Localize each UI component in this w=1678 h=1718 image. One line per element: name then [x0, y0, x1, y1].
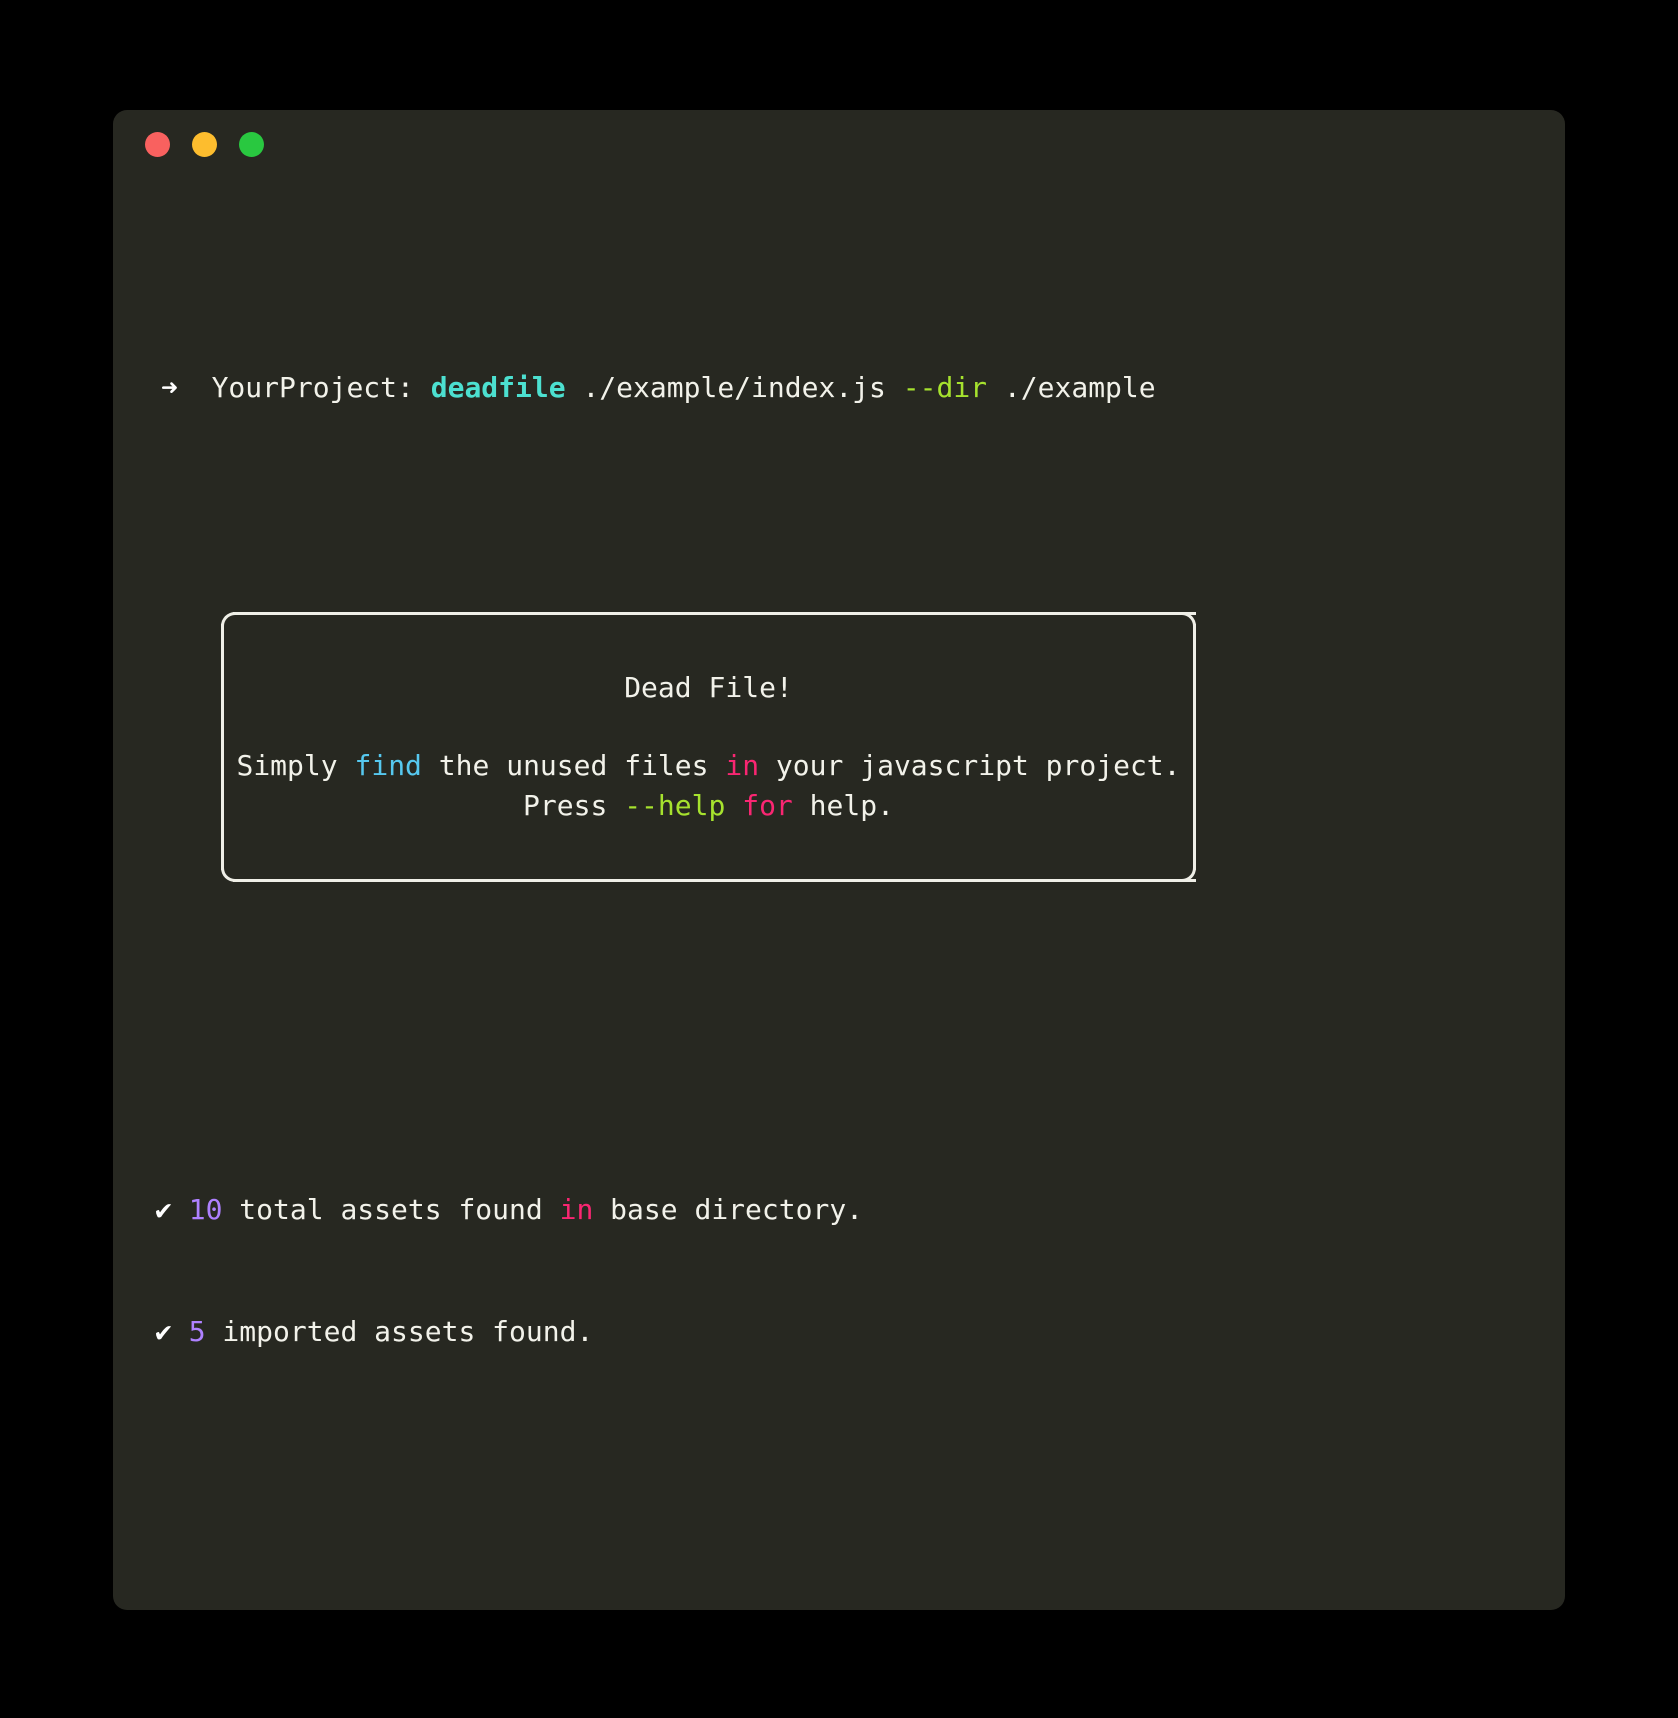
banner-l1-c: your javascript project. [759, 749, 1181, 782]
status-lines: ✔ 10 total assets found in base director… [155, 1108, 1535, 1434]
banner-line-2: Press --help for help. [523, 786, 894, 826]
close-button[interactable] [145, 132, 170, 157]
minimize-button[interactable] [192, 132, 217, 157]
check-icon: ✔ [155, 1315, 172, 1348]
status-total-text-b: base directory. [593, 1193, 864, 1226]
prompt-flag-value: ./example [1003, 371, 1156, 404]
prompt-arrow-icon: ➜ [161, 371, 178, 404]
status-line-total-assets: ✔ 10 total assets found in base director… [155, 1190, 1535, 1230]
banner-l2-c: help. [792, 789, 894, 822]
banner-for-keyword: for [742, 789, 793, 822]
command-line: ➜ YourProject: deadfile ./example/index.… [161, 366, 1535, 410]
prompt-command: deadfile [430, 371, 566, 404]
banner-find-keyword: find [354, 749, 422, 782]
status-total-text-a: total assets found [222, 1193, 560, 1226]
banner-content: Dead File! Simply find the unused files … [224, 615, 1193, 879]
banner-l1-b: the unused files [421, 749, 726, 782]
check-icon: ✔ [155, 1193, 172, 1226]
maximize-button[interactable] [239, 132, 264, 157]
banner-help-flag: --help [624, 789, 726, 822]
screenshot-root: ➜ YourProject: deadfile ./example/index.… [0, 0, 1678, 1718]
prompt-entry-path: ./example/index.js [582, 371, 886, 404]
terminal-window: ➜ YourProject: deadfile ./example/index.… [113, 110, 1565, 1610]
box-edge-right [1193, 624, 1196, 870]
prompt-flag: --dir [902, 371, 988, 404]
prompt-project-label: YourProject: [211, 371, 414, 404]
window-controls [145, 132, 264, 157]
status-imported-count: 5 [188, 1315, 206, 1348]
banner-l2-a: Press [523, 789, 625, 822]
banner-title: Dead File! [624, 671, 793, 704]
box-edge-bottom [233, 879, 1196, 882]
banner-l1-a: Simply [236, 749, 355, 782]
terminal-titlebar [113, 110, 1565, 172]
banner-l2-b [725, 789, 742, 822]
status-line-imported-assets: ✔ 5 imported assets found. [155, 1312, 1535, 1352]
status-total-highlight: in [559, 1193, 594, 1226]
terminal-output: ➜ YourProject: deadfile ./example/index.… [113, 172, 1565, 1610]
banner-box: Dead File! Simply find the unused files … [221, 612, 1196, 882]
banner-in-keyword: in [725, 749, 760, 782]
banner-line-1: Simply find the unused files in your jav… [236, 746, 1180, 786]
status-imported-text: imported assets found. [205, 1315, 594, 1348]
status-total-count: 10 [188, 1193, 223, 1226]
